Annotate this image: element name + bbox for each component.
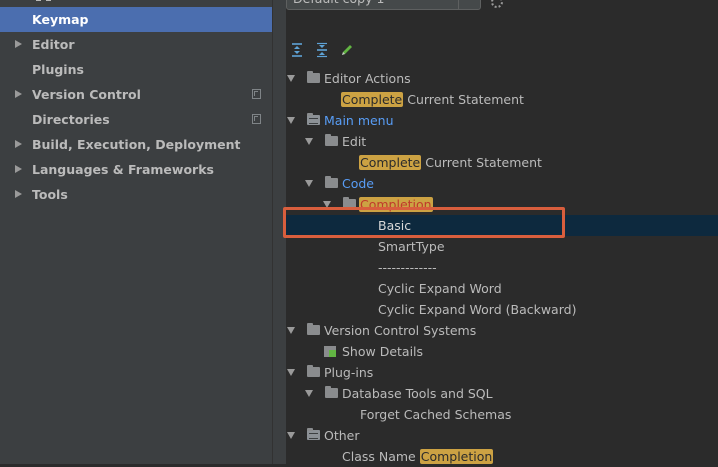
sidebar-item-tools[interactable]: Tools [0, 182, 272, 207]
sidebar-item-label: Directories [32, 112, 110, 127]
tree-row-label: Edit [342, 134, 367, 149]
folder-icon [307, 323, 320, 335]
search-match-highlight: Complete [359, 155, 422, 170]
tree-row-editor-actions[interactable]: Editor Actions [285, 68, 718, 89]
expand-arrow-icon[interactable] [15, 40, 22, 48]
tree-row-label: Cyclic Expand Word (Backward) [378, 302, 577, 317]
tree-row-cyclic-expand-word-backward[interactable]: Cyclic Expand Word (Backward) [285, 299, 718, 320]
tree-row-forget-cached-schemas[interactable]: Forget Cached Schemas [285, 404, 718, 425]
sidebar-item-build-execution-deployment[interactable]: Build, Execution, Deployment [0, 132, 272, 157]
tree-row-action[interactable]: Complete Current Statement [285, 89, 718, 110]
tree-row-show-details[interactable]: Show Details [285, 341, 718, 362]
tree-row-label: Database Tools and SQL [342, 386, 493, 401]
tree-row-label: Plug-ins [324, 365, 374, 380]
editor-actions-folder-icon [307, 71, 320, 83]
folder-icon [307, 365, 320, 377]
cut-off-item-glyph [46, 0, 51, 1]
sidebar-item-directories[interactable]: Directories [0, 107, 272, 132]
tree-row-main-menu[interactable]: Main menu [285, 110, 718, 131]
sidebar-item-plugins[interactable]: Plugins [0, 57, 272, 82]
tree-row-label: Version Control Systems [324, 323, 477, 338]
tree-row-label: Editor Actions [324, 71, 411, 86]
expand-arrow-icon[interactable] [287, 117, 295, 124]
tree-row-label: Forget Cached Schemas [360, 407, 512, 422]
sidebar-item-label: Languages & Frameworks [32, 162, 214, 177]
expand-arrow-icon[interactable] [287, 75, 295, 82]
tree-row-label: Code [342, 176, 375, 191]
expand-arrow-icon[interactable] [305, 180, 313, 187]
sidebar-item-label: Version Control [32, 87, 141, 102]
tree-row-label: Cyclic Expand Word [378, 281, 502, 296]
gear-icon[interactable] [491, 0, 503, 8]
tree-row-label: ------------- [378, 260, 437, 275]
tree-row-database-tools[interactable]: Database Tools and SQL [285, 383, 718, 404]
expand-arrow-icon[interactable] [287, 432, 295, 439]
tree-row-code[interactable]: Code [285, 173, 718, 194]
search-match-highlight: Completion [419, 449, 494, 464]
menu-folder-icon [307, 428, 320, 440]
edit-pencil-icon[interactable] [339, 42, 355, 58]
tree-row-plug-ins[interactable]: Plug-ins [285, 362, 718, 383]
tree-row-label-rest: Current Statement [403, 92, 524, 107]
sidebar-item-label: Keymap [32, 12, 89, 27]
tree-row-label: Show Details [342, 344, 424, 359]
tree-row-other[interactable]: Other [285, 425, 718, 446]
sidebar-item-label: Plugins [32, 62, 84, 77]
expand-arrow-icon[interactable] [287, 369, 295, 376]
annotation-highlight-box [283, 207, 565, 238]
tree-row-smarttype[interactable]: SmartType [285, 236, 718, 257]
expand-arrow-icon[interactable] [15, 165, 22, 173]
sidebar-item-version-control[interactable]: Version Control [0, 82, 272, 107]
expand-all-icon[interactable] [289, 42, 305, 58]
tree-row-label: Main menu [324, 113, 394, 128]
project-scope-copy-icon [252, 114, 261, 124]
tree-row-action[interactable]: Complete Current Statement [285, 152, 718, 173]
expand-arrow-icon[interactable] [305, 390, 313, 397]
search-match-highlight: Complete [341, 92, 404, 107]
expand-arrow-icon[interactable] [15, 140, 22, 148]
tree-row-label: SmartType [378, 239, 445, 254]
sidebar-item-editor[interactable]: Editor [0, 32, 272, 57]
tree-row-label: Other [324, 428, 360, 443]
tree-row-label-rest: Current Statement [421, 155, 542, 170]
sidebar-item-languages-frameworks[interactable]: Languages & Frameworks [0, 157, 272, 182]
cut-off-item-glyph [36, 0, 41, 1]
settings-sidebar: Keymap Editor Plugins Version Control Di… [0, 0, 272, 464]
sidebar-item-label: Editor [32, 37, 75, 52]
expand-arrow-icon[interactable] [15, 90, 22, 98]
tree-row-label-rest: Class Name [342, 449, 420, 464]
tree-row-separator: ------------- [285, 257, 718, 278]
chevron-down-icon[interactable] [458, 0, 480, 9]
folder-icon [325, 386, 338, 398]
folder-icon [325, 176, 338, 188]
expand-arrow-icon[interactable] [305, 138, 313, 145]
expand-arrow-icon[interactable] [15, 190, 22, 198]
keymap-select[interactable]: Default copy 1 [286, 0, 481, 10]
sidebar-item-label: Tools [32, 187, 68, 202]
folder-icon [325, 134, 338, 146]
sidebar-item-keymap[interactable]: Keymap [0, 7, 272, 32]
collapse-all-icon[interactable] [314, 42, 330, 58]
sidebar-item-label: Build, Execution, Deployment [32, 137, 241, 152]
menu-folder-icon [307, 113, 320, 125]
project-scope-copy-icon [252, 89, 261, 99]
keymap-select-value: Default copy 1 [293, 0, 384, 9]
show-details-icon [324, 346, 336, 357]
tree-row-edit[interactable]: Edit [285, 131, 718, 152]
expand-arrow-icon[interactable] [287, 327, 295, 334]
tree-row-label: Complete Current Statement [359, 152, 542, 173]
tree-row-label: Complete Current Statement [341, 89, 524, 110]
tree-row-version-control-systems[interactable]: Version Control Systems [285, 320, 718, 341]
tree-row-cyclic-expand-word[interactable]: Cyclic Expand Word [285, 278, 718, 299]
